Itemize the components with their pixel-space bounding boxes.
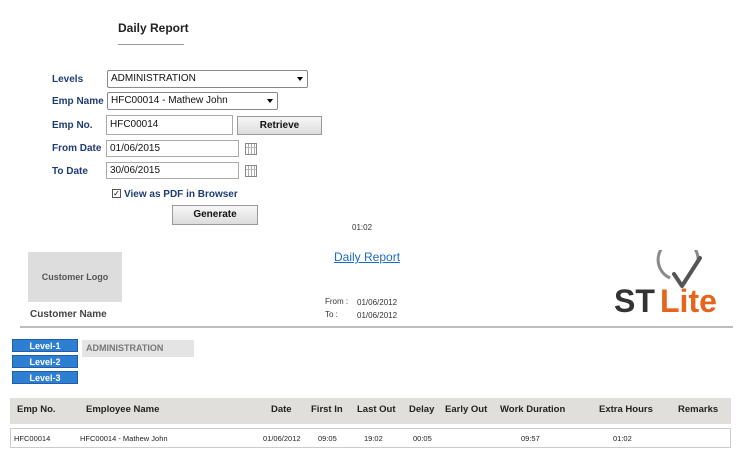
cell-work-duration: 09:57 xyxy=(521,434,540,443)
to-date-value: 01/06/2012 xyxy=(357,311,398,320)
from-date-value: 01/06/2012 xyxy=(357,298,398,307)
levels-select-value: ADMINISTRATION xyxy=(111,73,196,84)
customer-name: Customer Name xyxy=(30,309,107,320)
cell-extra-hours: 01:02 xyxy=(613,434,632,443)
pdf-checkbox[interactable]: ✓ xyxy=(112,189,121,198)
column-header: Remarks xyxy=(678,404,719,415)
column-header: Delay xyxy=(409,404,435,415)
retrieve-button[interactable]: Retrieve xyxy=(237,116,322,135)
column-header: Extra Hours xyxy=(599,404,653,415)
level-tag: ADMINISTRATION xyxy=(82,340,194,357)
cell-last-out: 19:02 xyxy=(364,434,383,443)
cell-employee-name: HFC00014 - Mathew John xyxy=(80,434,168,443)
cell-delay: 00:05 xyxy=(413,434,432,443)
stlite-logo: ST Lite xyxy=(614,238,724,320)
column-header: Work Duration xyxy=(500,404,566,415)
emp-no-label: Emp No. xyxy=(52,120,93,131)
calendar-icon[interactable] xyxy=(245,143,257,155)
elapsed-time: 01:02 xyxy=(352,223,373,232)
from-date-label: From Date xyxy=(52,143,102,154)
column-header: First In xyxy=(311,404,343,415)
cell-date: 01/06/2012 xyxy=(263,434,301,443)
column-header: Last Out xyxy=(357,404,396,415)
to-date-label: To Date xyxy=(52,166,88,177)
level-2-tab[interactable]: Level-2 xyxy=(12,355,78,368)
title-underline xyxy=(118,44,184,45)
cell-first-in: 09:05 xyxy=(318,434,337,443)
column-header: Emp No. xyxy=(17,404,56,415)
chevron-down-icon xyxy=(267,99,273,103)
generate-button[interactable]: Generate xyxy=(172,205,258,225)
chevron-down-icon xyxy=(297,77,303,81)
calendar-icon[interactable] xyxy=(245,165,257,177)
column-header: Date xyxy=(271,404,292,415)
levels-label: Levels xyxy=(52,74,84,85)
emp-no-input[interactable]: HFC00014 xyxy=(106,115,233,135)
levels-select[interactable]: ADMINISTRATION xyxy=(107,70,308,88)
column-header: Employee Name xyxy=(86,404,160,415)
column-header: Early Out xyxy=(445,404,488,415)
cell-emp-no: HFC00014 xyxy=(14,434,51,443)
to-date-caption: To : xyxy=(325,310,338,319)
pdf-checkbox-label: View as PDF in Browser xyxy=(124,189,238,200)
emp-name-label: Emp Name xyxy=(52,96,104,107)
level-3-tab[interactable]: Level-3 xyxy=(12,371,78,384)
to-date-input[interactable]: 30/06/2015 xyxy=(106,162,239,179)
from-date-caption: From : xyxy=(325,297,349,306)
report-title-link[interactable]: Daily Report xyxy=(334,250,400,264)
emp-name-select-value: HFC00014 - Mathew John xyxy=(111,95,228,106)
brand-lite: Lite xyxy=(660,283,717,319)
emp-name-select[interactable]: HFC00014 - Mathew John xyxy=(107,92,278,110)
level-1-tab[interactable]: Level-1 xyxy=(12,339,78,352)
from-date-input[interactable]: 01/06/2015 xyxy=(106,140,239,157)
page-title: Daily Report xyxy=(118,21,189,35)
customer-logo-placeholder: Customer Logo xyxy=(28,252,122,302)
report-separator xyxy=(20,326,733,328)
brand-st: ST xyxy=(614,283,655,319)
